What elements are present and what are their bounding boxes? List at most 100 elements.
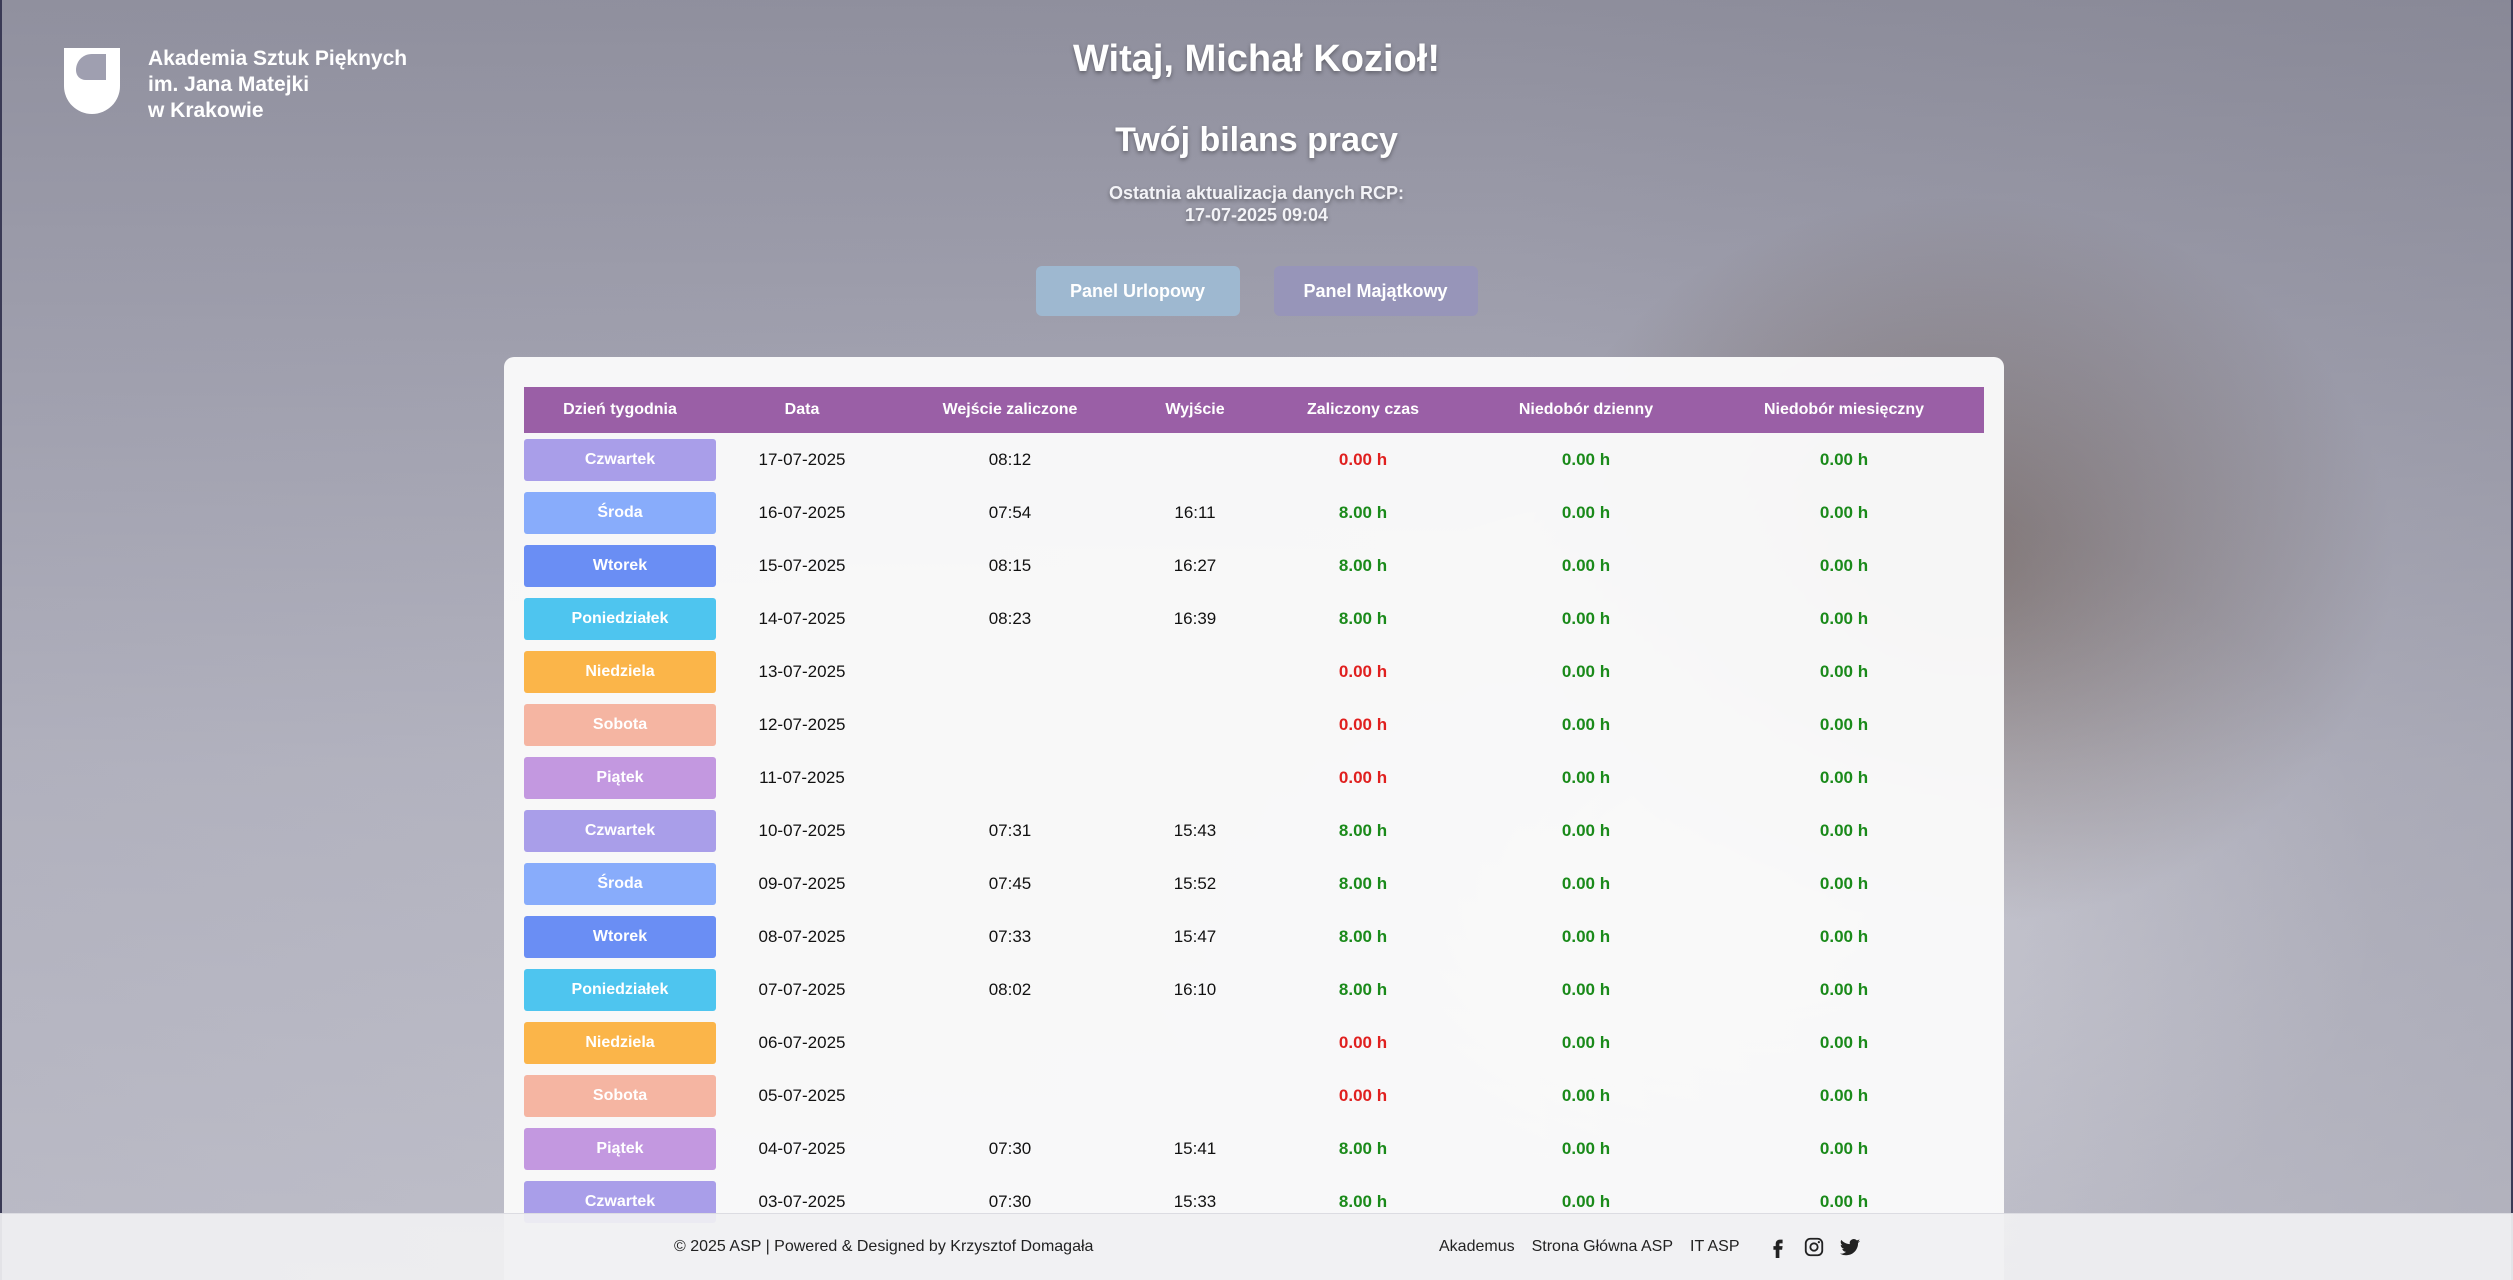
entry-time-cell: 07:45 (988, 873, 1032, 893)
monthly-deficit-cell: 0.00 h (1819, 714, 1869, 734)
date-cell: 17-07-2025 (758, 449, 846, 469)
exit-time-cell: 16:10 (1173, 979, 1217, 999)
daily-deficit-cell: 0.00 h (1561, 873, 1611, 893)
panel-majatkowy-button[interactable]: Panel Majątkowy (1273, 266, 1478, 316)
daily-deficit-cell: 0.00 h (1561, 926, 1611, 946)
date-cell: 07-07-2025 (758, 979, 846, 999)
date-cell: 05-07-2025 (758, 1085, 846, 1105)
facebook-icon[interactable] (1767, 1236, 1789, 1258)
table-header-row: Dzień tygodnia Data Wejście zaliczone Wyjśc… (524, 387, 1984, 433)
daily-deficit-cell: 0.00 h (1561, 979, 1611, 999)
monthly-deficit-cell: 0.00 h (1819, 555, 1869, 575)
day-cell: Sobota (524, 698, 716, 751)
table-body: Czwartek 17-07-2025 08:12 0.00 h 0.00 h 0.00 … (524, 433, 1984, 1228)
table-row: Czwartek 17-07-2025 08:12 0.00 h 0.00 h 0.00 … (524, 433, 1984, 486)
monthly-deficit-cell: 0.00 h (1819, 1138, 1869, 1158)
exit-time-cell: 16:27 (1173, 555, 1217, 575)
day-badge: Poniedziałek (524, 597, 716, 640)
page-footer: © 2025 ASP | Powered & Designed by Krzys… (0, 1213, 2513, 1280)
day-badge: Środa (524, 491, 716, 534)
footer-link-strona-glowna[interactable]: Strona Główna ASP (1532, 1238, 1673, 1256)
column-header: Niedobór dzienny (1468, 387, 1704, 433)
exit-time-cell (1132, 751, 1258, 804)
monthly-deficit-cell: 0.00 h (1819, 502, 1869, 522)
date-cell: 10-07-2025 (758, 820, 846, 840)
monthly-deficit-cell: 0.00 h (1819, 1032, 1869, 1052)
credited-time-cell: 0.00 h (1338, 1085, 1388, 1105)
date-cell: 06-07-2025 (758, 1032, 846, 1052)
footer-link-akademus[interactable]: Akademus (1439, 1238, 1515, 1256)
entry-time-cell: 07:54 (988, 502, 1032, 522)
entry-time-cell: 07:31 (988, 820, 1032, 840)
day-badge: Wtorek (524, 544, 716, 587)
exit-time-cell: 15:47 (1173, 926, 1217, 946)
footer-link-it-asp[interactable]: IT ASP (1690, 1238, 1740, 1256)
exit-time-cell: 15:52 (1173, 873, 1217, 893)
day-cell: Środa (524, 486, 716, 539)
day-cell: Sobota (524, 1069, 716, 1122)
day-cell: Niedziela (524, 645, 716, 698)
last-update-info: Ostatnia aktualizacja danych RCP: 17-07-… (0, 182, 2513, 226)
table-row: Wtorek 08-07-2025 07:33 15:47 8.00 h 0.00 h 0.… (524, 910, 1984, 963)
social-links (1767, 1236, 1861, 1258)
daily-deficit-cell: 0.00 h (1561, 1085, 1611, 1105)
day-cell: Czwartek (524, 433, 716, 486)
exit-time-cell (1132, 645, 1258, 698)
column-header: Niedobór miesięczny (1704, 387, 1984, 433)
day-cell: Piątek (524, 751, 716, 804)
panel-urlopowy-button[interactable]: Panel Urlopowy (1035, 266, 1240, 316)
day-cell: Piątek (524, 1122, 716, 1175)
daily-deficit-cell: 0.00 h (1561, 555, 1611, 575)
work-balance-table: Dzień tygodnia Data Wejście zaliczone Wyjśc… (524, 387, 1984, 1228)
table-row: Sobota 12-07-2025 0.00 h 0.00 h 0.00 h (524, 698, 1984, 751)
monthly-deficit-cell: 0.00 h (1819, 767, 1869, 787)
greeting-title: Witaj, Michał Kozioł! (1073, 38, 1440, 80)
day-cell: Wtorek (524, 910, 716, 963)
daily-deficit-cell: 0.00 h (1561, 1032, 1611, 1052)
day-badge: Czwartek (524, 438, 716, 481)
table-row: Wtorek 15-07-2025 08:15 16:27 8.00 h 0.00 h 0.… (524, 539, 1984, 592)
page-subtitle: Twój bilans pracy (1115, 121, 1398, 159)
table-row: Poniedziałek 14-07-2025 08:23 16:39 8.00 h 0.… (524, 592, 1984, 645)
monthly-deficit-cell: 0.00 h (1819, 661, 1869, 681)
footer-links: Akademus Strona Główna ASP IT ASP (1439, 1214, 1861, 1280)
date-cell: 13-07-2025 (758, 661, 846, 681)
instagram-icon[interactable] (1803, 1236, 1825, 1258)
day-badge: Piątek (524, 756, 716, 799)
credited-time-cell: 0.00 h (1338, 714, 1388, 734)
panel-buttons: Panel Urlopowy Panel Majątkowy (0, 266, 2513, 316)
day-badge: Sobota (524, 703, 716, 746)
exit-time-cell: 15:43 (1173, 820, 1217, 840)
entry-time-cell: 08:23 (988, 608, 1032, 628)
day-badge: Piątek (524, 1127, 716, 1170)
column-header: Wyjście (1132, 387, 1258, 433)
twitter-icon[interactable] (1839, 1236, 1861, 1258)
daily-deficit-cell: 0.00 h (1561, 502, 1611, 522)
daily-deficit-cell: 0.00 h (1561, 449, 1611, 469)
table-row: Piątek 04-07-2025 07:30 15:41 8.00 h 0.00 h 0.… (524, 1122, 1984, 1175)
day-cell: Poniedziałek (524, 963, 716, 1016)
exit-time-cell (1132, 698, 1258, 751)
daily-deficit-cell: 0.00 h (1561, 820, 1611, 840)
credited-time-cell: 0.00 h (1338, 767, 1388, 787)
entry-time-cell: 08:12 (988, 449, 1032, 469)
day-badge: Środa (524, 862, 716, 905)
monthly-deficit-cell: 0.00 h (1819, 608, 1869, 628)
footer-copyright: © 2025 ASP | Powered & Designed by Krzys… (674, 1238, 1094, 1255)
day-badge: Niedziela (524, 1021, 716, 1064)
monthly-deficit-cell: 0.00 h (1819, 449, 1869, 469)
date-cell: 12-07-2025 (758, 714, 846, 734)
date-cell: 16-07-2025 (758, 502, 846, 522)
day-badge: Poniedziałek (524, 968, 716, 1011)
day-cell: Środa (524, 857, 716, 910)
entry-time-cell (888, 1016, 1132, 1069)
entry-time-cell: 07:30 (988, 1138, 1032, 1158)
credited-time-cell: 8.00 h (1338, 873, 1388, 893)
daily-deficit-cell: 0.00 h (1561, 714, 1611, 734)
credited-time-cell: 0.00 h (1338, 449, 1388, 469)
day-badge: Wtorek (524, 915, 716, 958)
exit-time-cell (1132, 433, 1258, 486)
column-header: Zaliczony czas (1258, 387, 1468, 433)
entry-time-cell (888, 751, 1132, 804)
exit-time-cell (1132, 1016, 1258, 1069)
